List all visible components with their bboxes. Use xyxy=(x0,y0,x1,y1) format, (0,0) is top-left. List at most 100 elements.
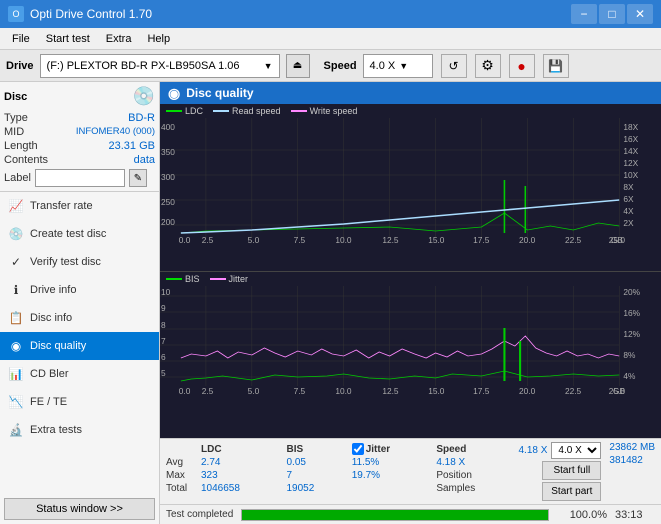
sidebar-item-fe-te[interactable]: 📉 FE / TE xyxy=(0,388,159,416)
total-jitter xyxy=(352,482,437,495)
disc-section-title: Disc xyxy=(4,91,27,103)
mid-value: INFOMER40 (000) xyxy=(76,126,155,138)
speed-row: 4.18 X 4.0 X xyxy=(518,442,601,459)
avg-label: Avg xyxy=(166,456,201,469)
max-ldc: 323 xyxy=(201,469,286,482)
options-button[interactable]: ⚙ xyxy=(475,54,501,78)
menu-help[interactable]: Help xyxy=(139,31,178,47)
svg-text:10X: 10X xyxy=(623,171,638,180)
speed-dropdown[interactable]: 4.0 X xyxy=(551,442,601,459)
save-button[interactable]: 💾 xyxy=(543,54,569,78)
svg-text:5: 5 xyxy=(161,369,166,378)
ldc-legend-item: LDC xyxy=(166,106,203,116)
menu-extra[interactable]: Extra xyxy=(98,31,140,47)
svg-text:4X: 4X xyxy=(623,207,634,216)
disc-header: Disc 💿 xyxy=(4,86,155,107)
max-jitter: 19.7% xyxy=(352,469,437,482)
avg-ldc: 2.74 xyxy=(201,456,286,469)
svg-text:2.5: 2.5 xyxy=(202,236,214,245)
svg-text:17.5: 17.5 xyxy=(473,236,490,245)
total-label: Total xyxy=(166,482,201,495)
start-part-button[interactable]: Start part xyxy=(542,482,601,501)
drive-info-icon: ℹ xyxy=(8,282,24,298)
stats-area: LDC BIS Jitter Speed xyxy=(160,438,661,504)
svg-text:200: 200 xyxy=(161,218,175,227)
sidebar-item-disc-info[interactable]: 📋 Disc info xyxy=(0,304,159,332)
drive-selector[interactable]: (F:) PLEXTOR BD-R PX-LB950SA 1.06 ▼ xyxy=(40,54,280,78)
title-bar-left: O Opti Drive Control 1.70 xyxy=(8,6,152,22)
svg-text:6X: 6X xyxy=(623,195,634,204)
svg-text:16X: 16X xyxy=(623,135,638,144)
svg-text:2X: 2X xyxy=(623,219,634,228)
svg-text:10: 10 xyxy=(161,288,171,297)
write-speed-legend-item: Write speed xyxy=(291,106,358,116)
stats-table: LDC BIS Jitter Speed xyxy=(166,442,514,495)
sidebar-item-disc-quality[interactable]: ◉ Disc quality xyxy=(0,332,159,360)
sidebar-item-create-test-disc[interactable]: 💿 Create test disc xyxy=(0,220,159,248)
col-header-jitter-check: Jitter xyxy=(352,442,437,456)
samples-value: 381482 xyxy=(609,455,642,466)
col-header-speed: Speed xyxy=(436,442,514,456)
drive-bar: Drive (F:) PLEXTOR BD-R PX-LB950SA 1.06 … xyxy=(0,50,661,82)
label-input[interactable] xyxy=(35,169,125,187)
svg-text:GB: GB xyxy=(613,387,626,396)
contents-value: data xyxy=(134,154,155,166)
sidebar-item-cd-bler[interactable]: 📊 CD Bler xyxy=(0,360,159,388)
cd-bler-icon: 📊 xyxy=(8,366,24,382)
svg-text:7: 7 xyxy=(161,337,166,346)
svg-text:5.0: 5.0 xyxy=(248,387,260,396)
avg-bis: 0.05 xyxy=(286,456,351,469)
max-label: Max xyxy=(166,469,201,482)
svg-text:6: 6 xyxy=(161,353,166,362)
disc-length-row: Length 23.31 GB xyxy=(4,139,155,153)
stats-total-row: Total 1046658 19052 Samples xyxy=(166,482,514,495)
disc-mid-row: MID INFOMER40 (000) xyxy=(4,125,155,139)
svg-text:20%: 20% xyxy=(623,288,640,297)
progress-bar xyxy=(241,509,549,521)
speed-selector[interactable]: 4.0 X ▼ xyxy=(363,54,433,78)
status-window-button[interactable]: Status window >> xyxy=(4,498,155,520)
menu-bar: File Start test Extra Help xyxy=(0,28,661,50)
avg-speed: 4.18 X xyxy=(436,456,514,469)
eject-button[interactable]: ⏏ xyxy=(286,54,310,78)
length-value: 23.31 GB xyxy=(109,140,155,152)
svg-text:9: 9 xyxy=(161,304,166,313)
svg-text:20.0: 20.0 xyxy=(519,236,536,245)
menu-file[interactable]: File xyxy=(4,31,38,47)
svg-text:12%: 12% xyxy=(623,330,640,339)
jitter-legend-label: Jitter xyxy=(229,274,249,284)
svg-text:17.5: 17.5 xyxy=(473,387,490,396)
start-full-button[interactable]: Start full xyxy=(542,461,601,480)
bis-legend-item: BIS xyxy=(166,274,200,284)
speed-label: Speed xyxy=(324,60,357,72)
record-button[interactable]: ● xyxy=(509,54,535,78)
total-ldc: 1046658 xyxy=(201,482,286,495)
max-position-label: Position xyxy=(436,469,514,482)
sidebar-item-drive-info[interactable]: ℹ Drive info xyxy=(0,276,159,304)
position-samples: 23862 MB 381482 xyxy=(609,442,655,466)
label-edit-button[interactable]: ✎ xyxy=(129,169,147,187)
app-icon: O xyxy=(8,6,24,22)
sidebar-item-transfer-rate[interactable]: 📈 Transfer rate xyxy=(0,192,159,220)
max-bis: 7 xyxy=(286,469,351,482)
sidebar-item-extra-tests[interactable]: 🔬 Extra tests xyxy=(0,416,159,444)
close-button[interactable]: ✕ xyxy=(627,4,653,24)
disc-quality-title: Disc quality xyxy=(186,86,253,100)
refresh-button[interactable]: ↺ xyxy=(441,54,467,78)
disc-icon: 💿 xyxy=(133,86,155,107)
menu-start-test[interactable]: Start test xyxy=(38,31,98,47)
type-value: BD-R xyxy=(128,112,155,124)
main-layout: Disc 💿 Type BD-R MID INFOMER40 (000) Len… xyxy=(0,82,661,524)
sidebar-item-verify-test-disc[interactable]: ✓ Verify test disc xyxy=(0,248,159,276)
minimize-button[interactable]: − xyxy=(571,4,597,24)
col-header-jitter: Jitter xyxy=(366,444,390,455)
svg-text:20.0: 20.0 xyxy=(519,387,536,396)
speed-arrow-icon: ▼ xyxy=(399,61,408,71)
extra-tests-icon: 🔬 xyxy=(8,422,24,438)
disc-contents-row: Contents data xyxy=(4,153,155,167)
position-value: 23862 MB xyxy=(609,442,655,453)
total-samples-label: Samples xyxy=(436,482,514,495)
maximize-button[interactable]: □ xyxy=(599,4,625,24)
jitter-checkbox[interactable] xyxy=(352,443,364,455)
ldc-color xyxy=(166,110,182,112)
